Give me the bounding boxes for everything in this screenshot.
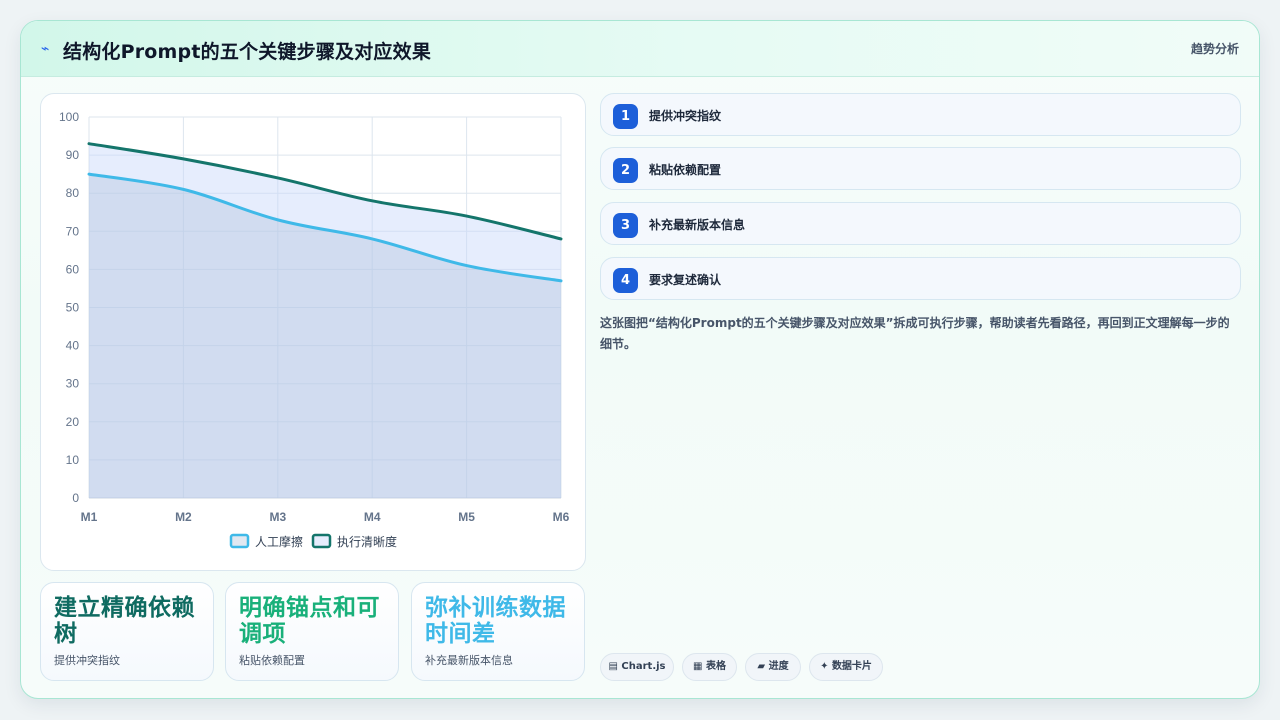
stat-label: 提供冲突指纹 bbox=[54, 654, 120, 667]
legend-label: 人工摩擦 bbox=[255, 534, 303, 549]
tag-data-card[interactable]: ✦ 数据卡片 bbox=[809, 653, 883, 681]
description-text: 这张图把“结构化Prompt的五个关键步骤及对应效果”拆成可执行步骤，帮助读者先… bbox=[600, 316, 1230, 351]
tag-table[interactable]: ▦ 表格 bbox=[682, 653, 737, 681]
x-tick-label: M6 bbox=[553, 510, 570, 524]
step-number: 2 bbox=[613, 158, 638, 183]
x-tick-label: M1 bbox=[81, 510, 98, 524]
stat-card-3: 弥补训练数据时间差 补充最新版本信息 bbox=[411, 582, 585, 681]
stat-label: 补充最新版本信息 bbox=[425, 654, 513, 667]
page-title: 结构化Prompt的五个关键步骤及对应效果 bbox=[63, 41, 432, 63]
stat-card-1: 建立精确依赖树 提供冲突指纹 bbox=[40, 582, 214, 681]
stat-value: 弥补训练数据时间差 bbox=[425, 595, 566, 647]
trend-icon: ⌁ bbox=[41, 41, 50, 57]
header-bar: ⌁ 结构化Prompt的五个关键步骤及对应效果 趋势分析 bbox=[21, 21, 1259, 77]
chart-icon: ▤ bbox=[608, 661, 618, 672]
step-item-4[interactable]: 4 要求复述确认 bbox=[600, 257, 1241, 300]
step-number: 3 bbox=[613, 213, 638, 238]
tag-label: 进度 bbox=[768, 661, 789, 672]
tag-label: 表格 bbox=[705, 661, 726, 672]
y-tick-label: 40 bbox=[66, 339, 80, 353]
y-tick-label: 70 bbox=[66, 224, 80, 238]
step-item-2[interactable]: 2 粘贴依赖配置 bbox=[600, 147, 1241, 190]
legend-label: 执行清晰度 bbox=[337, 534, 397, 549]
x-tick-label: M4 bbox=[364, 510, 381, 524]
step-label: 要求复述确认 bbox=[649, 273, 722, 287]
chart-panel: 0 10 20 30 40 50 60 70 80 90 100 M1 M2 M3 M4 M5 M6 人工摩擦 执行… bbox=[40, 93, 586, 571]
y-tick-label: 20 bbox=[66, 415, 80, 429]
step-item-3[interactable]: 3 补充最新版本信息 bbox=[600, 202, 1241, 245]
tag-progress[interactable]: ▰ 进度 bbox=[745, 653, 801, 681]
step-number: 1 bbox=[613, 104, 638, 129]
table-icon: ▦ bbox=[693, 661, 703, 672]
tag-label: Chart.js bbox=[621, 661, 666, 672]
tag-label: 数据卡片 bbox=[831, 661, 872, 672]
area-chart: 0 10 20 30 40 50 60 70 80 90 100 M1 M2 M3 M4 M5 M6 人工摩擦 执行… bbox=[59, 110, 570, 549]
step-label: 粘贴依赖配置 bbox=[649, 163, 722, 177]
stat-card-2: 明确锚点和可调项 粘贴依赖配置 bbox=[225, 582, 399, 681]
x-tick-label: M3 bbox=[269, 510, 286, 524]
legend-swatch bbox=[311, 533, 332, 549]
trend-analysis-link[interactable]: 趋势分析 bbox=[1191, 40, 1239, 57]
y-tick-label: 80 bbox=[66, 186, 80, 200]
y-tick-label: 60 bbox=[66, 262, 80, 276]
legend-swatch bbox=[229, 533, 250, 549]
x-tick-label: M2 bbox=[175, 510, 192, 524]
progress-icon: ▰ bbox=[757, 661, 766, 672]
tag-chartjs[interactable]: ▤ Chart.js bbox=[600, 653, 674, 681]
y-tick-label: 100 bbox=[59, 110, 79, 124]
y-tick-label: 30 bbox=[66, 377, 80, 391]
y-tick-label: 0 bbox=[72, 491, 79, 505]
step-label: 补充最新版本信息 bbox=[649, 218, 746, 232]
sparkle-icon: ✦ bbox=[820, 661, 829, 672]
stat-label: 粘贴依赖配置 bbox=[239, 654, 305, 667]
step-label: 提供冲突指纹 bbox=[649, 109, 722, 123]
step-item-1[interactable]: 1 提供冲突指纹 bbox=[600, 93, 1241, 136]
stat-value: 明确锚点和可调项 bbox=[239, 595, 380, 647]
y-tick-label: 90 bbox=[66, 148, 80, 162]
main-card: ⌁ 结构化Prompt的五个关键步骤及对应效果 趋势分析 0 10 20 30 40 50… bbox=[20, 20, 1260, 699]
step-number: 4 bbox=[613, 268, 638, 293]
stat-value: 建立精确依赖树 bbox=[54, 595, 195, 647]
x-tick-label: M5 bbox=[458, 510, 475, 524]
y-tick-label: 50 bbox=[66, 301, 80, 315]
y-tick-label: 10 bbox=[66, 453, 80, 467]
